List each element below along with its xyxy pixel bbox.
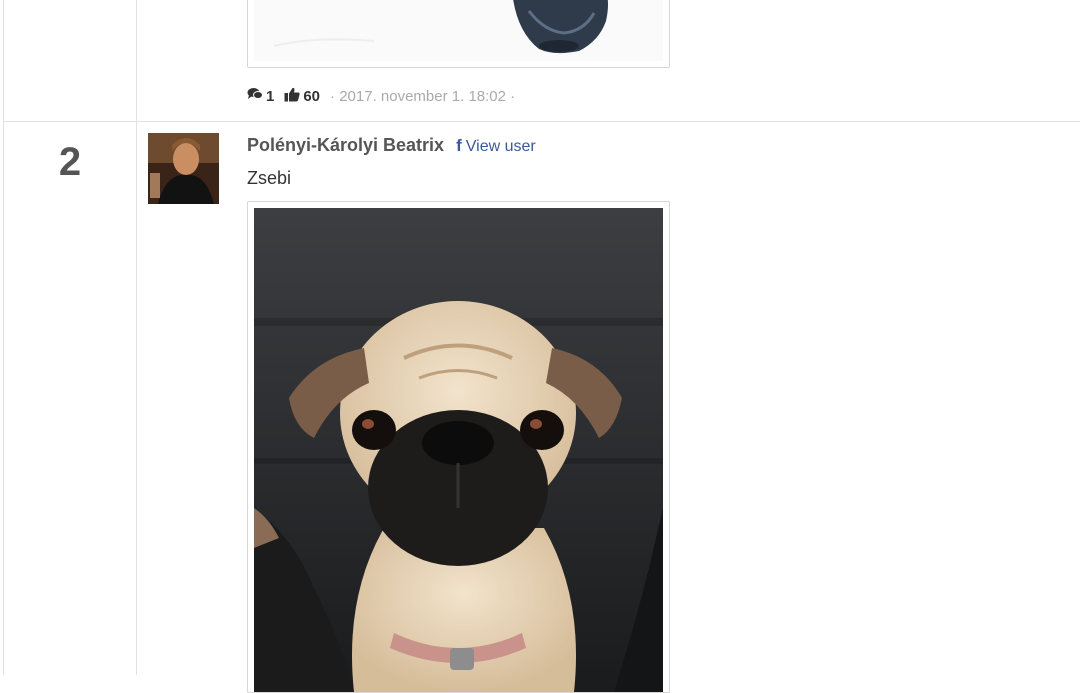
likes-count[interactable]: 60 <box>303 88 320 105</box>
user-name[interactable]: Polényi-Károlyi Beatrix <box>247 135 444 156</box>
view-user-label: View user <box>465 138 536 155</box>
view-user-link[interactable]: f View user <box>456 136 536 156</box>
thumbs-up-icon[interactable] <box>284 87 300 106</box>
entry-header: Polényi-Károlyi Beatrix f View user <box>247 135 536 156</box>
pug-photo <box>254 208 663 692</box>
comments-count[interactable]: 1 <box>266 88 274 105</box>
table-column-divider <box>136 0 137 675</box>
table-left-border <box>3 0 4 675</box>
post-timestamp: · 2017. november 1. 18:02 · <box>330 87 516 105</box>
entry-caption: Zsebi <box>247 168 292 188</box>
previous-photo-image <box>254 0 663 61</box>
previous-entry-stats: 1 60 · 2017. november 1. 18:02 · <box>247 86 515 106</box>
avatar-image <box>148 133 219 204</box>
previous-photo-graphic <box>254 0 663 61</box>
comments-icon <box>247 87 263 105</box>
rank-number: 2 <box>58 140 82 184</box>
row-divider <box>3 121 1080 122</box>
previous-entry-photo[interactable] <box>247 0 670 68</box>
facebook-icon: f <box>456 136 462 155</box>
avatar[interactable] <box>148 133 219 204</box>
entry-photo[interactable] <box>247 201 670 693</box>
